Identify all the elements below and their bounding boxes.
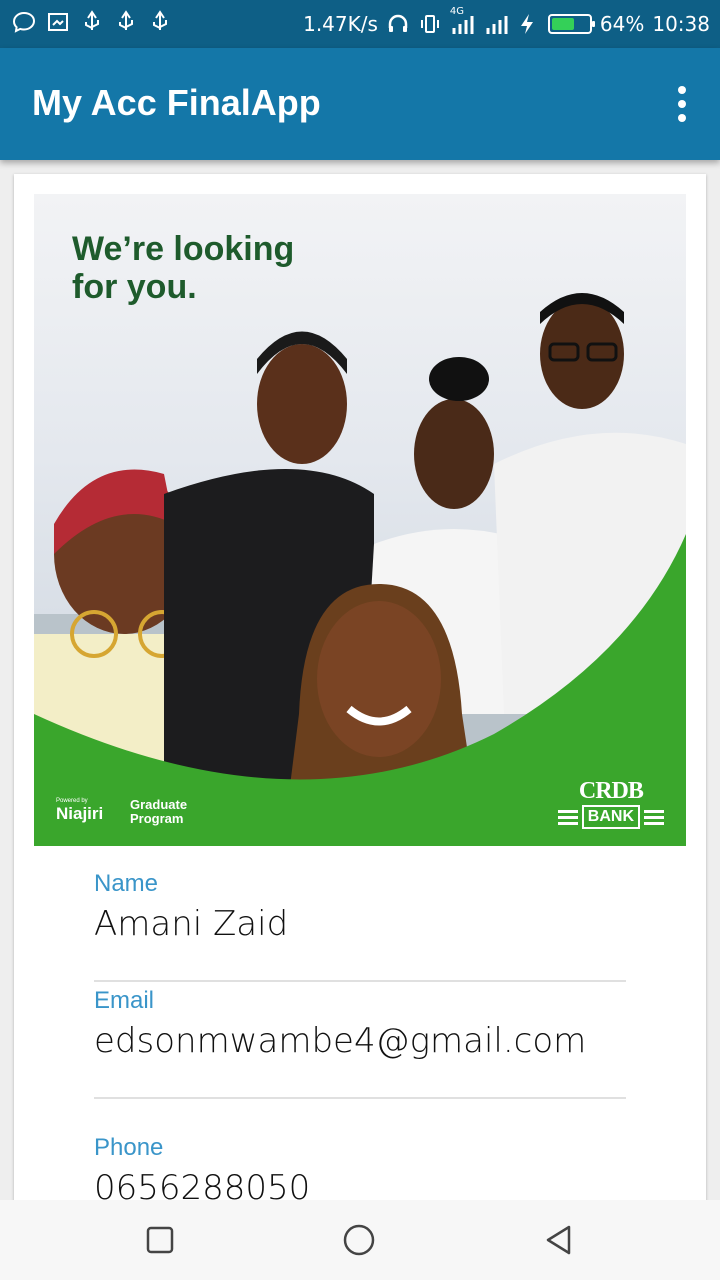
headline-line-1: We’re looking	[72, 230, 295, 268]
screenshot-icon	[48, 13, 68, 31]
menu-dot	[678, 86, 686, 94]
crdb-text: CRDB	[578, 778, 644, 804]
name-field: Name Amani Zaid	[94, 870, 626, 944]
back-triangle-icon[interactable]	[543, 1224, 575, 1256]
bank-bars-right	[644, 807, 664, 828]
banner-headline: We’re looking for you.	[72, 230, 294, 306]
recents-square-icon[interactable]	[144, 1224, 176, 1256]
signal-4g-icon: 4G	[450, 6, 476, 36]
system-status: 1.47K/s 4G 64% 10:38	[303, 0, 710, 48]
profile-card: We’re looking for you. Powered by Niajir…	[14, 174, 706, 1214]
divider	[94, 980, 626, 982]
banner-image: We’re looking for you. Powered by Niajir…	[34, 194, 686, 846]
vibrate-icon	[420, 15, 439, 33]
name-label: Name	[94, 870, 159, 897]
home-circle-icon[interactable]	[343, 1224, 375, 1256]
network-speed: 1.47K/s	[303, 12, 378, 36]
phone-field: Phone 0656288050	[94, 1134, 626, 1208]
battery-fill	[551, 18, 574, 30]
niajiri-logo: Powered by Niajiri	[56, 798, 103, 824]
bank-bars-left	[557, 807, 578, 828]
usb-icon	[153, 10, 167, 30]
overflow-menu-icon[interactable]	[674, 86, 690, 122]
crdb-bank-logo: CRDB BANK	[557, 778, 664, 829]
navigation-bar	[0, 1200, 720, 1280]
signal-icon	[486, 16, 508, 34]
headline-line-2: for you.	[72, 268, 197, 306]
program-text: Program	[130, 811, 184, 826]
bank-text: BANK	[581, 805, 640, 829]
email-label: Email	[94, 987, 155, 1014]
divider	[94, 1097, 626, 1099]
email-value: edsonmwambe4@gmail.com	[94, 1021, 587, 1061]
clock: 10:38	[652, 12, 710, 36]
name-value: Amani Zaid	[94, 904, 289, 944]
graduate-text: Graduate	[130, 797, 188, 812]
network-type: 4G	[449, 6, 465, 17]
usb-icon	[119, 10, 133, 30]
notification-icons	[12, 10, 172, 34]
app-title: My Acc FinalApp	[32, 82, 321, 123]
phone-label: Phone	[94, 1134, 164, 1161]
status-bar: 1.47K/s 4G 64% 10:38	[0, 0, 720, 48]
menu-dot	[678, 114, 686, 122]
graduate-program-logo: Graduate Program	[130, 798, 187, 826]
chat-bubble-icon	[12, 11, 36, 33]
usb-icon	[85, 10, 99, 30]
niajiri-text: Niajiri	[56, 804, 104, 823]
charging-icon	[520, 14, 533, 34]
battery-percent: 64%	[599, 12, 645, 36]
battery-icon	[547, 14, 595, 34]
headphones-icon	[388, 14, 408, 32]
menu-dot	[678, 100, 686, 108]
email-field: Email edsonmwambe4@gmail.com	[94, 987, 626, 1061]
app-bar: My Acc FinalApp	[0, 48, 720, 160]
